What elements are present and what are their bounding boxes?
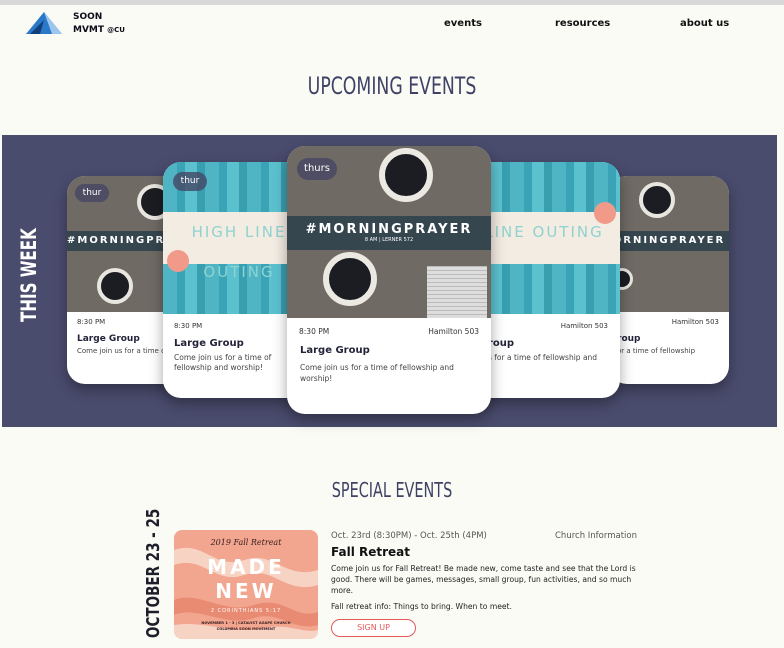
- coffee-cup-icon: [323, 252, 377, 306]
- nav-about-us[interactable]: about us: [680, 18, 729, 29]
- card-desc: s for a time of fellowship and: [488, 353, 598, 362]
- brand-suffix: @CU: [107, 26, 125, 34]
- flower-icon: [167, 250, 189, 272]
- card-image: ORNINGPRAYER: [609, 176, 729, 312]
- poster-footer1: NOVEMBER 1 - 3 | CATALYST AGAPE CHURCH: [201, 621, 291, 625]
- day-pill: thurs: [297, 158, 337, 180]
- banner-sub: 8 AM | LERNER 572: [364, 237, 414, 243]
- special-events-title: SPECIAL EVENTS: [331, 478, 453, 502]
- event-title: Fall Retreat: [331, 545, 411, 559]
- event-card-3[interactable]: #MORNINGPRAYER 8 AM | LERNER 572 thurs 8…: [287, 146, 491, 414]
- event-card-5[interactable]: ORNINGPRAYER Hamilton 503 roup or a time…: [609, 176, 729, 384]
- card-time: 8:30 PM: [299, 327, 330, 336]
- card-title: Large Group: [77, 334, 140, 344]
- card-location: Hamilton 503: [671, 318, 719, 326]
- flower-icon: [594, 202, 616, 224]
- card-desc: Come join us for a time of fellowship an…: [77, 347, 165, 355]
- card-title: roup: [488, 338, 515, 349]
- coffee-cup-icon: [379, 148, 433, 202]
- card-time: 8:30 PM: [174, 322, 203, 330]
- page: SOON MVMT @CU events resources about us …: [0, 0, 784, 648]
- day-pill: thur: [75, 184, 109, 202]
- nav-resources[interactable]: resources: [555, 18, 610, 29]
- sign-up-button[interactable]: SIGN UP: [331, 619, 416, 637]
- nav-events[interactable]: events: [444, 18, 482, 29]
- event-description: Come join us for Fall Retreat! Be made n…: [331, 564, 636, 595]
- event-dates: Oct. 23rd (8:30PM) - Oct. 25th (4PM): [331, 531, 487, 541]
- event-info: Fall retreat info: Things to bring. When…: [331, 602, 512, 611]
- poster-top: 2019 Fall Retreat: [210, 538, 282, 547]
- church-information-link[interactable]: Church Information: [555, 531, 637, 541]
- brand-name[interactable]: SOON MVMT @CU: [73, 11, 125, 37]
- poster-line1: MADE: [207, 555, 285, 579]
- event-date-label: OCTOBER 23 - 25: [143, 508, 164, 638]
- brand-line1: SOON: [73, 12, 103, 22]
- poster-line2: NEW: [215, 579, 277, 603]
- card-title: Large Group: [174, 338, 244, 349]
- fall-retreat-poster[interactable]: 2019 Fall Retreat MADE NEW 2 CORINTHIANS…: [174, 530, 318, 639]
- card-desc: Come join us for a time of fellowship an…: [300, 363, 454, 383]
- poster-footer2: COLUMBIA SOON MOVEMENT: [216, 627, 276, 631]
- browser-strip: [0, 0, 784, 5]
- card-location: Hamilton 503: [560, 322, 608, 330]
- card-time: 8:30 PM: [77, 318, 106, 326]
- day-pill: thur: [173, 172, 207, 191]
- card-title: roup: [617, 334, 641, 344]
- logo-mountain-icon[interactable]: [26, 10, 64, 36]
- card-banner: ORNINGPRAYER: [609, 231, 729, 251]
- banner-title: #MORNINGPRAYER: [305, 222, 473, 237]
- card-title: Large Group: [300, 345, 370, 356]
- card-location: Hamilton 503: [428, 327, 479, 336]
- brand-line2: MVMT: [73, 25, 105, 35]
- upcoming-events-title: UPCOMING EVENTS: [307, 72, 477, 100]
- card-banner: #MORNINGPRAYER 8 AM | LERNER 572: [287, 216, 491, 250]
- poster-verse: 2 CORINTHIANS 5:17: [210, 608, 282, 614]
- this-week-label: THIS WEEK: [17, 228, 41, 322]
- card-desc: Come join us for a time of fellowship an…: [174, 353, 272, 372]
- card-desc: or a time of fellowship: [617, 347, 696, 355]
